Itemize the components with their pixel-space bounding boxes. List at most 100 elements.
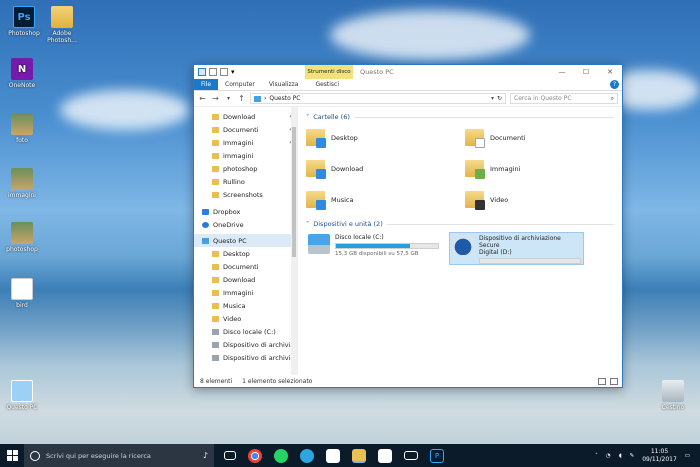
breadcrumb[interactable]: Questo PC [269,95,300,102]
nav-item[interactable]: Documenti [194,260,297,273]
refresh-icon[interactable]: ↻ [497,95,502,102]
image-file-icon [11,222,33,244]
nav-item[interactable]: Dispositivo di archiviaz [194,338,297,351]
chevron-down-icon[interactable]: ▾ [224,95,233,102]
quick-access-toolbar: ▾ [194,68,239,76]
drive-d-sd[interactable]: Dispositivo di archiviazione Secure Digi… [449,232,584,265]
desktop-icon-cestino[interactable]: Cestino [651,380,695,411]
tab-visualizza[interactable]: Visualizza [262,79,306,90]
section-header-folders[interactable]: ˅ Cartelle (6) [306,113,614,121]
nav-item[interactable]: Disco locale (C:) [194,325,297,338]
nav-item[interactable]: Download✦ [194,110,297,123]
volume-icon[interactable]: ◖ [619,453,622,459]
folder-icon [212,139,219,146]
nav-item[interactable]: OneDrive [194,218,297,231]
desktop-icon-adobe-photoshop[interactable]: Adobe Photosh... [40,6,84,44]
nav-item[interactable]: Documenti✦ [194,123,297,136]
nav-item[interactable]: Musica [194,299,297,312]
chevron-up-icon[interactable]: ˄ [595,453,598,459]
tab-gestisci[interactable]: Gestisci [305,79,346,90]
task-view-icon[interactable] [224,451,236,460]
folder-tile[interactable]: Download [306,156,455,181]
network-icon[interactable]: ◔ [606,453,611,459]
computer-icon [11,380,33,402]
taskbar-search-box[interactable]: Scrivi qui per eseguire la ricerca ♪ [24,444,214,467]
file-explorer-icon[interactable] [352,448,366,463]
details-view-icon[interactable] [598,377,606,385]
desktop-icon-questo-pc[interactable]: Questo PC [0,380,44,411]
back-arrow-icon[interactable]: ← [198,94,207,103]
new-folder-icon[interactable] [220,68,228,76]
maximize-button[interactable]: ☐ [574,65,598,79]
nav-item[interactable]: Video [194,312,297,325]
desktop-icon-foto[interactable]: foto [0,113,44,144]
telegram-icon[interactable] [300,448,314,463]
nav-item[interactable]: Download [194,273,297,286]
nav-item[interactable]: Immagini✦ [194,136,297,149]
pen-icon[interactable]: ✎ [630,453,635,459]
cortana-icon [30,450,40,461]
tab-computer[interactable]: Computer [218,79,262,90]
microphone-icon[interactable]: ♪ [203,451,208,460]
large-icons-view-icon[interactable] [610,377,618,385]
start-button[interactable] [0,450,24,461]
calendar-icon[interactable] [326,448,340,463]
chevron-down-icon[interactable]: ▾ [231,68,239,76]
desktop-icon-onenote[interactable]: N OneNote [0,58,44,89]
drive-usage-bar [335,243,439,249]
desktop-icon-bird[interactable]: bird [0,278,44,309]
document-icon [11,278,33,300]
taskbar-apps: P [214,448,444,463]
scrollbar[interactable] [291,107,297,375]
folder-tile[interactable]: Immagini [465,156,614,181]
breadcrumb-separator-icon: › [264,95,267,102]
folder-icon [212,276,219,283]
ribbon-tabs: File Computer Visualizza Gestisci ? [194,79,622,91]
nav-item[interactable]: immagini [194,149,297,162]
search-icon: ⌕ [610,94,614,102]
drive-c[interactable]: Disco locale (C:) 15,3 GB disponibili su… [306,232,441,265]
scrollbar-thumb[interactable] [292,127,296,257]
nav-item[interactable]: Rullino [194,175,297,188]
folder-icon [212,289,219,296]
mail-icon[interactable] [404,451,418,460]
nav-item[interactable]: Immagini [194,286,297,299]
folder-icon [212,152,219,159]
forward-arrow-icon[interactable]: → [211,94,220,103]
nav-item[interactable]: photoshop [194,162,297,175]
clock[interactable]: 11:05 09/11/2017 [642,448,677,464]
tab-file[interactable]: File [194,79,219,90]
folder-icon [212,250,219,257]
close-button[interactable]: ✕ [598,65,622,79]
photoshop-icon[interactable]: P [430,448,444,463]
onenote-icon: N [11,58,33,80]
up-arrow-icon[interactable]: ↑ [237,94,246,103]
address-bar[interactable]: › Questo PC ▾ ↻ [250,93,506,104]
system-tray: ˄ ◔ ◖ ✎ 11:05 09/11/2017 ▭ [595,448,700,464]
folder-tile[interactable]: Musica [306,187,455,212]
minimize-button[interactable]: — [550,65,574,79]
nav-item[interactable]: Screenshots [194,188,297,201]
nav-item[interactable]: Dropbox [194,205,297,218]
nav-item[interactable]: Questo PC [194,234,297,247]
folder-tile[interactable]: Documenti [465,125,614,150]
recycle-bin-icon [662,380,684,402]
chrome-icon[interactable] [248,448,262,463]
disk-icon [212,354,219,361]
chevron-down-icon[interactable]: ▾ [491,95,494,102]
nav-item[interactable]: Desktop [194,247,297,260]
folder-tile[interactable]: Video [465,187,614,212]
search-input[interactable]: Cerca in Questo PC ⌕ [510,93,618,104]
properties-icon[interactable] [209,68,217,76]
desktop-icon-photoshop-file[interactable]: photoshop [0,222,44,253]
chevron-down-icon: ˅ [306,113,310,121]
whatsapp-icon[interactable] [274,448,288,463]
notification-icon[interactable]: ▭ [685,453,690,459]
store-icon[interactable] [378,448,392,463]
desktop-icon-immagini[interactable]: immagini [0,168,44,199]
context-tab-disk-tools[interactable]: Strumenti disco [305,65,353,79]
section-header-drives[interactable]: ˅ Dispositivi e unità (2) [306,220,614,228]
folder-tile[interactable]: Desktop [306,125,455,150]
nav-item[interactable]: Dispositivo di archiviazio [194,351,297,364]
help-icon[interactable]: ? [610,80,619,89]
